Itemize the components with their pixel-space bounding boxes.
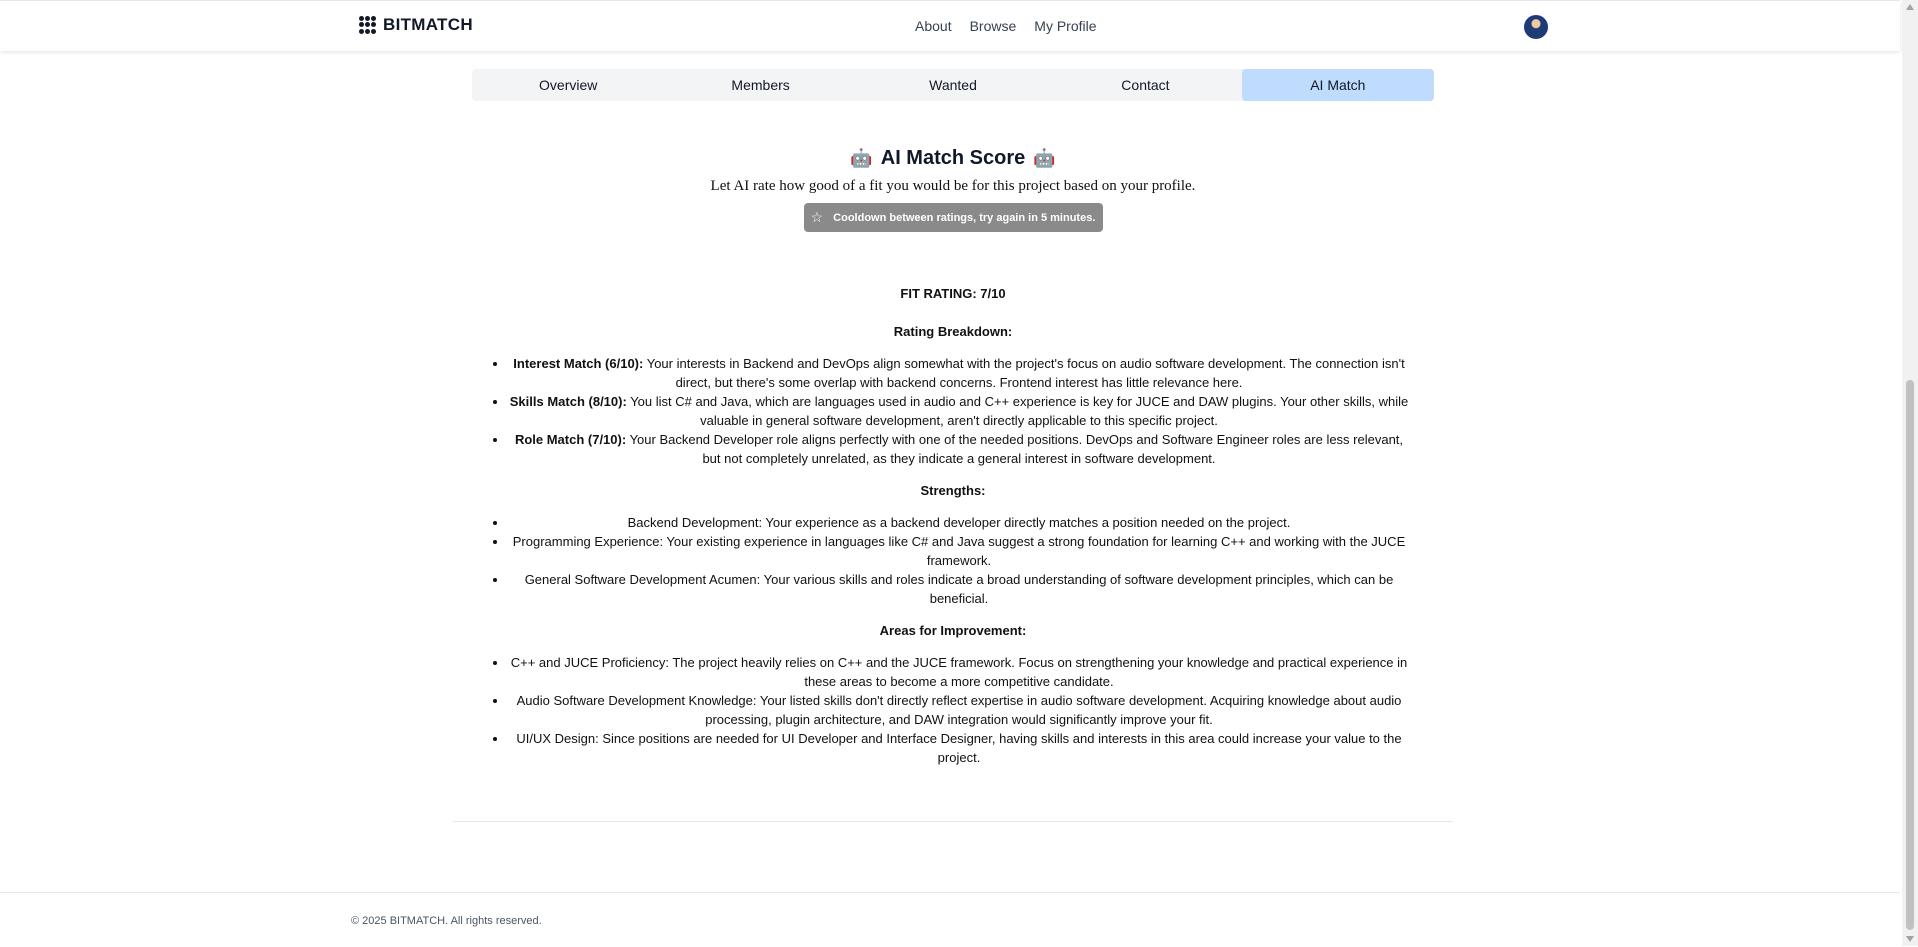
improvement-list: C++ and JUCE Proficiency: The project he…	[472, 653, 1434, 767]
strengths-list: Backend Development: Your experience as …	[472, 513, 1434, 608]
grid-dots-icon	[359, 16, 377, 34]
list-item: C++ and JUCE Proficiency: The project he…	[508, 653, 1410, 691]
ai-match-title: 🤖 AI Match Score 🤖	[472, 147, 1434, 170]
list-item: Programming Experience: Your existing ex…	[508, 532, 1410, 570]
ai-match-title-text: AI Match Score	[880, 147, 1026, 169]
nav-link-my-profile[interactable]: My Profile	[1034, 18, 1096, 34]
robot-icon: 🤖	[1033, 148, 1056, 168]
list-item: UI/UX Design: Since positions are needed…	[508, 729, 1410, 767]
copyright-text: © 2025 BITMATCH. All rights reserved.	[351, 915, 542, 927]
star-icon: ☆	[810, 209, 824, 225]
list-item: Skills Match (8/10): You list C# and Jav…	[508, 392, 1410, 430]
list-item: General Software Development Acumen: You…	[508, 570, 1410, 608]
tab-wanted[interactable]: Wanted	[857, 69, 1049, 101]
logo-text: BITMATCH	[383, 15, 473, 34]
scrollbar-thumb[interactable]	[1906, 380, 1914, 930]
tab-overview[interactable]: Overview	[472, 69, 664, 101]
scroll-down-arrow-icon[interactable]	[1906, 936, 1914, 942]
improvement-heading: Areas for Improvement:	[879, 623, 1027, 638]
cooldown-label: Cooldown between ratings, try again in 5…	[833, 211, 1096, 224]
tab-contact[interactable]: Contact	[1049, 69, 1241, 101]
ai-rating-report: FIT RATING: 7/10 Rating Breakdown: Inter…	[472, 284, 1434, 767]
list-item: Backend Development: Your experience as …	[508, 513, 1410, 532]
list-item: Role Match (7/10): Your Backend Develope…	[508, 430, 1410, 468]
ai-match-panel: 🤖 AI Match Score 🤖 Let AI rate how good …	[472, 140, 1434, 780]
content-divider	[453, 821, 1453, 822]
strengths-heading: Strengths:	[920, 483, 986, 498]
user-avatar[interactable]	[1524, 15, 1548, 39]
rating-breakdown-heading: Rating Breakdown:	[893, 324, 1013, 339]
breakdown-label: Interest Match (6/10):	[513, 356, 644, 371]
nav-link-browse[interactable]: Browse	[970, 18, 1017, 34]
list-item: Interest Match (6/10): Your interests in…	[508, 354, 1410, 392]
breakdown-text: You list C# and Java, which are language…	[626, 394, 1409, 428]
page-footer: © 2025 BITMATCH. All rights reserved.	[0, 892, 1900, 947]
ai-match-subtitle: Let AI rate how good of a fit you would …	[710, 178, 1196, 194]
breakdown-label: Role Match (7/10):	[514, 432, 627, 447]
rate-cooldown-button[interactable]: ☆ Cooldown between ratings, try again in…	[803, 203, 1103, 232]
breakdown-label: Skills Match (8/10):	[509, 394, 627, 409]
breakdown-text: Your interests in Backend and DevOps ali…	[643, 356, 1405, 390]
nav-link-about[interactable]: About	[915, 18, 952, 34]
rating-breakdown-list: Interest Match (6/10): Your interests in…	[472, 354, 1434, 468]
main-nav: About Browse My Profile	[915, 18, 1097, 34]
top-nav-bar: BITMATCH About Browse My Profile	[0, 0, 1900, 51]
robot-icon: 🤖	[850, 148, 873, 168]
project-tabs: Overview Members Wanted Contact AI Match	[472, 69, 1435, 101]
tab-members[interactable]: Members	[664, 69, 856, 101]
page-scrollbar[interactable]	[1902, 0, 1918, 946]
fit-rating: FIT RATING: 7/10	[900, 286, 1006, 301]
tab-ai-match[interactable]: AI Match	[1241, 69, 1435, 101]
breakdown-text: Your Backend Developer role aligns perfe…	[626, 432, 1404, 466]
logo[interactable]: BITMATCH	[359, 15, 473, 35]
list-item: Audio Software Development Knowledge: Yo…	[508, 691, 1410, 729]
scroll-up-arrow-icon[interactable]	[1906, 4, 1914, 10]
